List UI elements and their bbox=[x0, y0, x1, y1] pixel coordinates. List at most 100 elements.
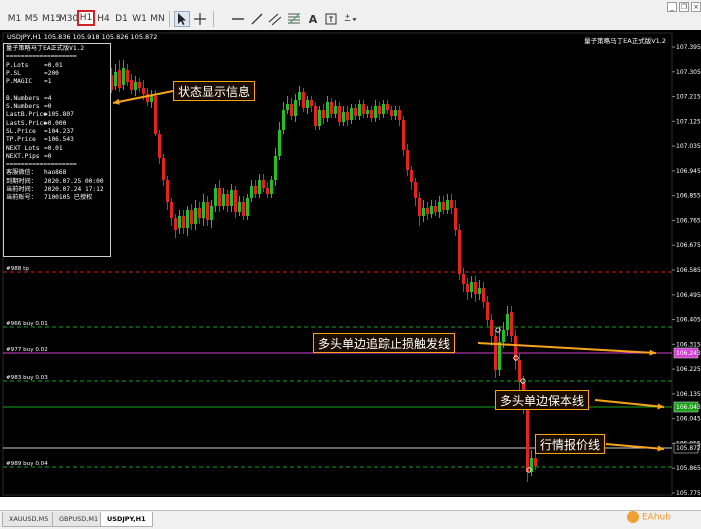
toolbar-divider bbox=[169, 11, 170, 27]
fibonacci-tool-button[interactable] bbox=[286, 11, 302, 27]
candle-bull bbox=[134, 82, 137, 90]
text-tool-button[interactable]: A bbox=[305, 11, 321, 27]
price-tick-label: 106.495 bbox=[676, 292, 701, 299]
candle-bear bbox=[362, 104, 365, 114]
trendline-tool-button[interactable] bbox=[249, 11, 265, 27]
candle-bull bbox=[326, 102, 329, 118]
shapes-dropdown-button[interactable] bbox=[341, 11, 361, 27]
crosshair-tool-button[interactable] bbox=[192, 11, 208, 27]
price-tick-label: 107.215 bbox=[676, 94, 701, 101]
chart-tab-active[interactable]: USDJPY,H1 bbox=[100, 512, 153, 527]
candle-bear bbox=[190, 210, 193, 224]
chart-area[interactable]: 107.395 107.215 107.035 106.855 106.675 106.4… bbox=[0, 30, 701, 497]
vertical-line-tool-button[interactable] bbox=[230, 11, 246, 27]
candle-bull bbox=[286, 104, 289, 110]
candle-bear bbox=[354, 108, 357, 116]
info-row: NEXT.Pips =0 bbox=[6, 153, 108, 161]
info-key: NEXT Lots bbox=[6, 144, 40, 152]
channel-tool-button[interactable] bbox=[267, 11, 283, 27]
channel-icon bbox=[268, 13, 282, 26]
candle-bear bbox=[142, 88, 145, 94]
candle-bear bbox=[310, 100, 313, 106]
timeframe-mn[interactable]: MN bbox=[149, 10, 166, 26]
price-tick-label: 106.585 bbox=[676, 267, 701, 274]
timeframe-m5[interactable]: M5 bbox=[23, 10, 40, 26]
info-footer-row: 当前账号： 7100105 已授权 bbox=[6, 194, 108, 202]
info-key: NEXT.Pips bbox=[6, 152, 40, 160]
candle-bull bbox=[350, 108, 353, 120]
candle-bear bbox=[370, 110, 373, 118]
price-label-text: 105.872 bbox=[676, 445, 701, 452]
candle-bear bbox=[402, 120, 405, 150]
timeframe-w1[interactable]: W1 bbox=[131, 10, 148, 26]
candle-bear bbox=[390, 110, 393, 116]
price-tick-label: 106.945 bbox=[676, 168, 701, 175]
candle-bear bbox=[450, 200, 453, 208]
candle-bear bbox=[406, 150, 409, 170]
candle-bear bbox=[434, 206, 437, 212]
candle-bull bbox=[366, 110, 369, 114]
info-value: =0 bbox=[44, 152, 52, 160]
candle-bull bbox=[334, 106, 337, 114]
candle-bear bbox=[126, 70, 129, 82]
candle-bear bbox=[526, 408, 529, 472]
quote-line-annotation: 行情报价线 bbox=[535, 434, 606, 454]
crosshair-icon bbox=[194, 13, 206, 25]
price-tick-label: 107.125 bbox=[676, 118, 701, 125]
info-value: =4 bbox=[44, 94, 52, 102]
candle-bull bbox=[506, 314, 509, 330]
chart-tab[interactable]: XAUUSD,M5 bbox=[2, 512, 56, 527]
price-tick-label: 107.395 bbox=[676, 44, 701, 51]
candle-bull bbox=[358, 104, 361, 116]
candle-bear bbox=[154, 96, 157, 134]
candle-bull bbox=[186, 210, 189, 228]
candle-bull bbox=[394, 110, 397, 116]
status-arrow-head bbox=[113, 98, 120, 105]
trailing-stop-annotation: 多头单边追踪止损触发线 bbox=[313, 333, 456, 353]
watermark: EAhub bbox=[627, 511, 671, 529]
price-label-text: 106.243 bbox=[676, 350, 701, 357]
candle-bear bbox=[118, 70, 121, 88]
timeframe-h1[interactable]: H1 bbox=[77, 10, 95, 26]
info-key: LastB.Price bbox=[6, 111, 47, 119]
candle-bull bbox=[178, 216, 181, 228]
minimize-button[interactable]: _ bbox=[667, 2, 677, 12]
candle-bull bbox=[382, 104, 385, 114]
candle-bear bbox=[234, 190, 237, 212]
candle-bear bbox=[338, 106, 341, 122]
timeframe-m1[interactable]: M1 bbox=[6, 10, 23, 26]
candle-bear bbox=[226, 194, 229, 206]
candle-bull bbox=[430, 206, 433, 214]
candle-bull bbox=[274, 156, 277, 180]
info-footer-value: hao868 bbox=[44, 169, 67, 177]
info-row: LastB.Price =105.807 bbox=[6, 111, 108, 119]
info-value: =105.807 bbox=[44, 111, 74, 119]
info-key: LastS.Price bbox=[6, 119, 47, 127]
ea-info-panel: 量子策略马丁EA正式版V1.2 =================== P.Lo… bbox=[3, 43, 111, 257]
candle-bear bbox=[486, 302, 489, 320]
shapes-dropdown-icon bbox=[344, 14, 357, 22]
candle-bull bbox=[122, 68, 125, 85]
candle-bull bbox=[114, 72, 117, 86]
timeframe-m15[interactable]: M15 bbox=[41, 10, 61, 26]
trailing-arrow bbox=[477, 342, 657, 354]
restore-button[interactable]: ❐ bbox=[679, 2, 689, 12]
candle-bull bbox=[306, 100, 309, 108]
timeframe-m30[interactable]: M30 bbox=[58, 10, 78, 26]
info-row: S.Numbers =0 bbox=[6, 103, 108, 111]
chart-tab[interactable]: GBPUSD,M1 bbox=[52, 512, 106, 527]
candle-bull bbox=[258, 180, 261, 194]
close-button[interactable]: × bbox=[691, 2, 701, 12]
candle-bear bbox=[458, 230, 461, 274]
timeframe-h4[interactable]: H4 bbox=[95, 10, 112, 26]
info-rows: P.Lots =0.01 P.SL =200 P.MAGIC =1 B.Numbers =4 S… bbox=[6, 62, 108, 162]
info-footer-value: 7100105 已授权 bbox=[44, 194, 93, 202]
cursor-tool-button[interactable] bbox=[174, 11, 190, 27]
price-tick-label: 106.045 bbox=[676, 416, 701, 423]
label-tool-button[interactable] bbox=[323, 11, 339, 27]
timeframe-d1[interactable]: D1 bbox=[113, 10, 130, 26]
candle-bull bbox=[246, 198, 249, 216]
order-line-label: #966 buy 0.01 bbox=[6, 321, 48, 327]
price-tick-label: 106.225 bbox=[676, 366, 701, 373]
trailing-arrow-head bbox=[649, 349, 656, 356]
